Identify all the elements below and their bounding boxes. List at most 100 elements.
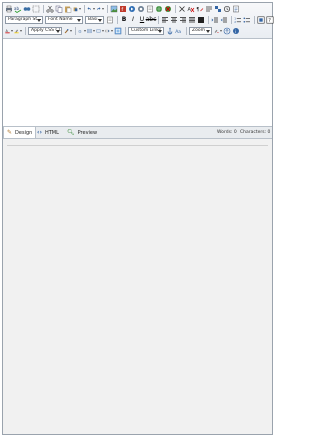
- toolbar-separator: [107, 5, 108, 13]
- svg-text:i: i: [235, 29, 236, 35]
- align-right-icon[interactable]: [179, 16, 187, 24]
- toolbar-separator: [231, 16, 232, 24]
- module-manager-icon[interactable]: [214, 5, 222, 13]
- toolbar-row-2: Paragraph St... Font Name Basi... B I U …: [5, 15, 274, 25]
- align-center-icon[interactable]: [170, 16, 178, 24]
- back-color-icon[interactable]: [14, 27, 22, 35]
- format-code-icon[interactable]: ¶: [196, 5, 204, 13]
- tab-design[interactable]: ✎ Design: [3, 127, 37, 138]
- character-count: Characters: 0: [240, 130, 271, 135]
- toolbar-area: ab f A ¶ Paragraph St... Font Name Basi.…: [3, 3, 274, 39]
- flash-manager-icon[interactable]: f: [119, 5, 127, 13]
- chevron-down-icon: [77, 19, 81, 22]
- divider: [7, 145, 268, 146]
- toolbar-separator: [125, 27, 126, 35]
- toolbar-separator: [254, 16, 255, 24]
- redo-icon[interactable]: [96, 5, 104, 13]
- outdent-icon[interactable]: [220, 16, 228, 24]
- insert-paragraph-icon[interactable]: [205, 5, 213, 13]
- justify-icon[interactable]: [188, 16, 196, 24]
- fullscreen-icon[interactable]: [257, 16, 265, 24]
- find-icon[interactable]: [23, 5, 31, 13]
- toolbar-row-1: ab f A ¶: [5, 4, 270, 14]
- code-brackets-icon: ‹›: [37, 129, 42, 136]
- remove-link-icon[interactable]: [164, 5, 172, 13]
- hyperlink-icon[interactable]: [155, 5, 163, 13]
- insert-anchor-icon[interactable]: [166, 27, 174, 35]
- spellcheck-icon[interactable]: ab: [14, 5, 22, 13]
- svg-text:Ω: Ω: [79, 30, 82, 34]
- strip-format-icon[interactable]: [178, 5, 186, 13]
- chevron-down-icon: [158, 30, 162, 33]
- font-size-select[interactable]: Basi...: [85, 16, 104, 24]
- insert-form-element-icon[interactable]: [105, 27, 113, 35]
- chevron-down-icon: [98, 19, 102, 22]
- custom-links-select[interactable]: Custom Links: [128, 27, 164, 35]
- svg-text:Aa: Aa: [175, 29, 181, 35]
- align-none-icon[interactable]: [197, 16, 205, 24]
- toolbar-separator: [208, 16, 209, 24]
- font-name-select[interactable]: Font Name: [45, 16, 83, 24]
- page-properties-icon[interactable]: [232, 5, 240, 13]
- document-manager-icon[interactable]: [137, 5, 145, 13]
- strikethrough-icon[interactable]: abc: [146, 16, 157, 24]
- toolbar-separator: [117, 16, 118, 24]
- select-all-icon[interactable]: [32, 5, 40, 13]
- svg-text:f: f: [121, 7, 123, 13]
- toolbar-row-3: A Apply CSS Cl... Ω Custom Links Aa Zoom…: [5, 26, 270, 36]
- editor-content-area[interactable]: [3, 39, 272, 126]
- paragraph-style-select[interactable]: Paragraph St...: [5, 16, 43, 24]
- apply-css-class-select[interactable]: Apply CSS Cl...: [28, 27, 62, 35]
- format-stripper-icon[interactable]: [106, 16, 114, 24]
- remove-format-icon[interactable]: A: [187, 5, 195, 13]
- paste-icon[interactable]: [64, 5, 72, 13]
- page-background: [3, 139, 272, 434]
- about-icon[interactable]: i: [232, 27, 240, 35]
- print-icon[interactable]: [5, 5, 13, 13]
- italic-icon[interactable]: I: [129, 16, 137, 24]
- toolbar-separator: [43, 5, 44, 13]
- chevron-down-icon: [206, 30, 210, 33]
- rich-text-editor: ab f A ¶ Paragraph St... Font Name Basi.…: [2, 2, 274, 435]
- svg-text:2: 2: [234, 20, 236, 24]
- insert-table-icon[interactable]: [87, 27, 95, 35]
- format-sets-icon[interactable]: [64, 27, 72, 35]
- cut-icon[interactable]: [46, 5, 54, 13]
- accessibility-check-icon[interactable]: [223, 27, 231, 35]
- toolbar-separator: [175, 5, 176, 13]
- tab-design-label: Design: [15, 129, 33, 136]
- toolbar-separator: [186, 27, 187, 35]
- template-manager-icon[interactable]: [146, 5, 154, 13]
- zoom-select[interactable]: Zoom: [189, 27, 212, 35]
- insert-symbol-icon[interactable]: Ω: [78, 27, 86, 35]
- mode-tab-bar: ✎ Design ‹› HTML 🔍︎ Preview Words: 0 Cha…: [3, 126, 272, 139]
- tab-preview[interactable]: 🔍︎ Preview: [64, 127, 100, 138]
- symbol-icon[interactable]: [223, 5, 231, 13]
- indent-icon[interactable]: [211, 16, 219, 24]
- copy-icon[interactable]: [55, 5, 63, 13]
- svg-text:A: A: [6, 29, 9, 33]
- convert-case-icon[interactable]: Aa: [175, 27, 183, 35]
- track-changes-icon[interactable]: [214, 27, 222, 35]
- magnifier-icon: 🔍︎: [67, 129, 75, 136]
- image-map-icon[interactable]: [114, 27, 122, 35]
- align-left-icon[interactable]: [161, 16, 169, 24]
- paste-from-word-icon[interactable]: [73, 5, 81, 13]
- image-manager-icon[interactable]: [110, 5, 118, 13]
- bold-icon[interactable]: B: [120, 16, 128, 24]
- tab-preview-label: Preview: [77, 129, 98, 136]
- pencil-icon: ✎: [7, 129, 13, 136]
- svg-text:A: A: [188, 7, 192, 13]
- bullet-list-icon[interactable]: [243, 16, 251, 24]
- tab-html[interactable]: ‹› HTML: [34, 127, 62, 138]
- tab-html-label: HTML: [44, 129, 59, 136]
- undo-icon[interactable]: [87, 5, 95, 13]
- svg-text:ab: ab: [14, 6, 19, 11]
- toolbar-separator: [158, 16, 159, 24]
- help-icon[interactable]: ?: [266, 16, 274, 24]
- insert-snippet-icon[interactable]: [96, 27, 104, 35]
- toolbar-separator: [75, 27, 76, 35]
- numbered-list-icon[interactable]: 12: [234, 16, 242, 24]
- fore-color-icon[interactable]: A: [5, 27, 13, 35]
- media-manager-icon[interactable]: [128, 5, 136, 13]
